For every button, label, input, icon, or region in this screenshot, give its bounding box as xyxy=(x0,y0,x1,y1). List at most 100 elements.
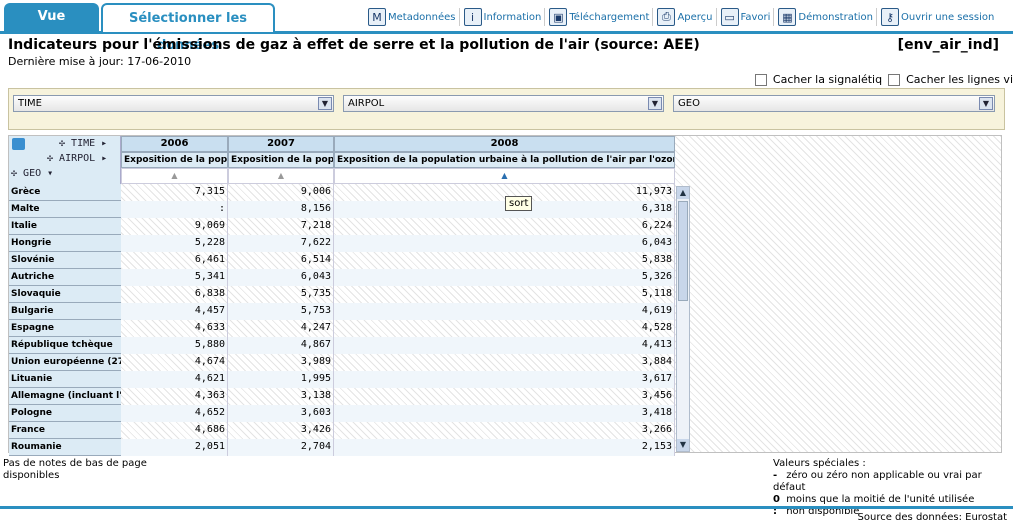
table-cell: 5,838 xyxy=(334,252,675,269)
table-cell: 6,838 xyxy=(121,286,228,303)
pivot-icon[interactable] xyxy=(12,138,25,150)
chevron-down-icon: ▼ xyxy=(648,97,662,110)
toolbar-item-label: Favori xyxy=(740,11,771,23)
vertical-scrollbar[interactable]: ▲ ▼ xyxy=(676,186,690,452)
table-cell: 4,674 xyxy=(121,354,228,371)
tab-select-data[interactable]: Sélectionner les données xyxy=(101,3,275,53)
scroll-thumb[interactable] xyxy=(678,201,688,301)
table-cell: 1,995 xyxy=(228,371,334,388)
table-cell: 5,880 xyxy=(121,337,228,354)
folder-icon: ▭ xyxy=(720,8,739,26)
table-cell: 9,006 xyxy=(228,184,334,201)
table-cell: 6,461 xyxy=(121,252,228,269)
sort-icon[interactable]: ▲ xyxy=(334,168,675,184)
film-icon: ▦ xyxy=(778,8,797,26)
row-label: Pologne xyxy=(9,405,121,422)
geo-select[interactable]: GEO ▼ xyxy=(673,95,995,112)
year-header[interactable]: 2006 xyxy=(121,136,228,152)
table-row: 5,880 4,867 4,413 xyxy=(121,337,675,354)
row-label: Italie xyxy=(9,218,121,235)
scroll-down-icon[interactable]: ▼ xyxy=(677,439,689,451)
row-label: France xyxy=(9,422,121,439)
geo-dim-label[interactable]: ✣ GEO ▾ xyxy=(11,168,53,179)
special-values-legend: Valeurs spéciales : - zéro ou zéro non a… xyxy=(773,458,1013,518)
legend-text: zéro ou zéro non applicable ou vrai par … xyxy=(773,470,982,493)
geo-select-value: GEO xyxy=(678,98,700,109)
toolbar: M Metadonnées i Information ▣ Téléchargement ⎙… xyxy=(368,7,1001,27)
year-header[interactable]: 2007 xyxy=(228,136,334,152)
time-dim-text: TIME xyxy=(71,138,96,149)
pollutant-header[interactable]: Exposition de la popu xyxy=(121,152,228,168)
legend-item: - zéro ou zéro non applicable ou vrai pa… xyxy=(773,470,1013,494)
sort-icon[interactable]: ▲ xyxy=(228,168,334,184)
table-cell: 5,753 xyxy=(228,303,334,320)
toolbar-item[interactable]: ▭ Favori xyxy=(720,8,775,26)
scroll-up-icon[interactable]: ▲ xyxy=(677,187,689,199)
toolbar-item-label: Téléchargement xyxy=(569,11,650,23)
footer-divider xyxy=(0,506,1013,509)
pollutant-header-row: Exposition de la popu Exposition de la po… xyxy=(121,152,675,168)
table-cell: 3,884 xyxy=(334,354,675,371)
table-row: :8,156 6,318 xyxy=(121,201,675,218)
sort-tooltip: sort xyxy=(505,196,533,211)
table-cell: 3,989 xyxy=(228,354,334,371)
hide-empty-rows-label: Cacher les lignes vi xyxy=(906,73,1013,86)
airpol-dim-label[interactable]: ✣ AIRPOL ▸ xyxy=(47,153,107,164)
table-cell: 7,218 xyxy=(228,218,334,235)
table-row: 4,686 3,426 3,266 xyxy=(121,422,675,439)
table-row: 2,051 2,704 2,153 xyxy=(121,439,675,456)
table-cell: 4,413 xyxy=(334,337,675,354)
toolbar-item[interactable]: ▣ Téléchargement xyxy=(549,8,654,26)
hide-empty-rows-checkbox[interactable] xyxy=(888,73,901,86)
time-select[interactable]: TIME ▼ xyxy=(13,95,334,112)
table-cell: 4,633 xyxy=(121,320,228,337)
table-cell: 9,069 xyxy=(121,218,228,235)
grid-corner: ✣ TIME ▸ ✣ AIRPOL ▸ ✣ GEO ▾ xyxy=(9,136,121,184)
table-cell: 4,619 xyxy=(334,303,675,320)
row-label: Espagne xyxy=(9,320,121,337)
row-label: Roumanie xyxy=(9,439,121,456)
table-row: 4,674 3,989 3,884 xyxy=(121,354,675,371)
row-label: Slovénie xyxy=(9,252,121,269)
table-row: 5,341 6,043 5,326 xyxy=(121,269,675,286)
row-label: Autriche xyxy=(9,269,121,286)
legend-text: moins que la moitié de l'unité utilisée xyxy=(786,494,975,505)
table-cell: 4,652 xyxy=(121,405,228,422)
table-cell: 2,051 xyxy=(121,439,228,456)
table-cell: 6,043 xyxy=(228,269,334,286)
pollutant-header[interactable]: Exposition de la popu xyxy=(228,152,334,168)
hide-metadata-checkbox[interactable] xyxy=(754,73,767,86)
tab-table-view[interactable]: Vue tableau xyxy=(4,3,99,51)
sort-icon[interactable]: ▲ xyxy=(121,168,228,184)
airpol-select-value: AIRPOL xyxy=(348,98,385,109)
table-cell: 6,043 xyxy=(334,235,675,252)
table-cell: 5,118 xyxy=(334,286,675,303)
page-title: Indicateurs pour l'émissions de gaz à ef… xyxy=(8,37,700,53)
legend-key: - xyxy=(773,470,778,481)
airpol-select[interactable]: AIRPOL ▼ xyxy=(343,95,664,112)
table-cell: 6,514 xyxy=(228,252,334,269)
table-cell: 4,621 xyxy=(121,371,228,388)
sort-row: ▲ ▲ ▲ xyxy=(121,168,675,184)
row-label: Bulgarie xyxy=(9,303,121,320)
display-options: Cacher la signalétiq Cacher les lignes v… xyxy=(749,73,1013,86)
year-header[interactable]: 2008 xyxy=(334,136,675,152)
print-icon: ⎙ xyxy=(657,8,676,26)
table-cell: 3,418 xyxy=(334,405,675,422)
toolbar-item[interactable]: ⎙ Aperçu xyxy=(657,8,717,26)
toolbar-item[interactable]: M Metadonnées xyxy=(368,8,460,26)
table-cell: 5,735 xyxy=(228,286,334,303)
table-cell: 4,686 xyxy=(121,422,228,439)
toolbar-item[interactable]: i Information xyxy=(463,8,546,26)
table-cell: 4,457 xyxy=(121,303,228,320)
toolbar-item[interactable]: ⚷ Ouvrir une session xyxy=(880,8,997,26)
table-cell: 3,603 xyxy=(228,405,334,422)
row-label: Union européenne (27 xyxy=(9,354,121,371)
toolbar-item[interactable]: ▦ Démonstration xyxy=(778,8,877,26)
legend-item: 0 moins que la moitié de l'unité utilisé… xyxy=(773,494,1013,506)
time-dim-label[interactable]: ✣ TIME ▸ xyxy=(59,138,107,149)
pollutant-header[interactable]: Exposition de la population urbaine à la… xyxy=(334,152,675,168)
footnotes: Pas de notes de bas de page disponibles xyxy=(3,458,147,481)
info-icon: i xyxy=(463,8,482,26)
airpol-dim-text: AIRPOL xyxy=(59,153,96,164)
